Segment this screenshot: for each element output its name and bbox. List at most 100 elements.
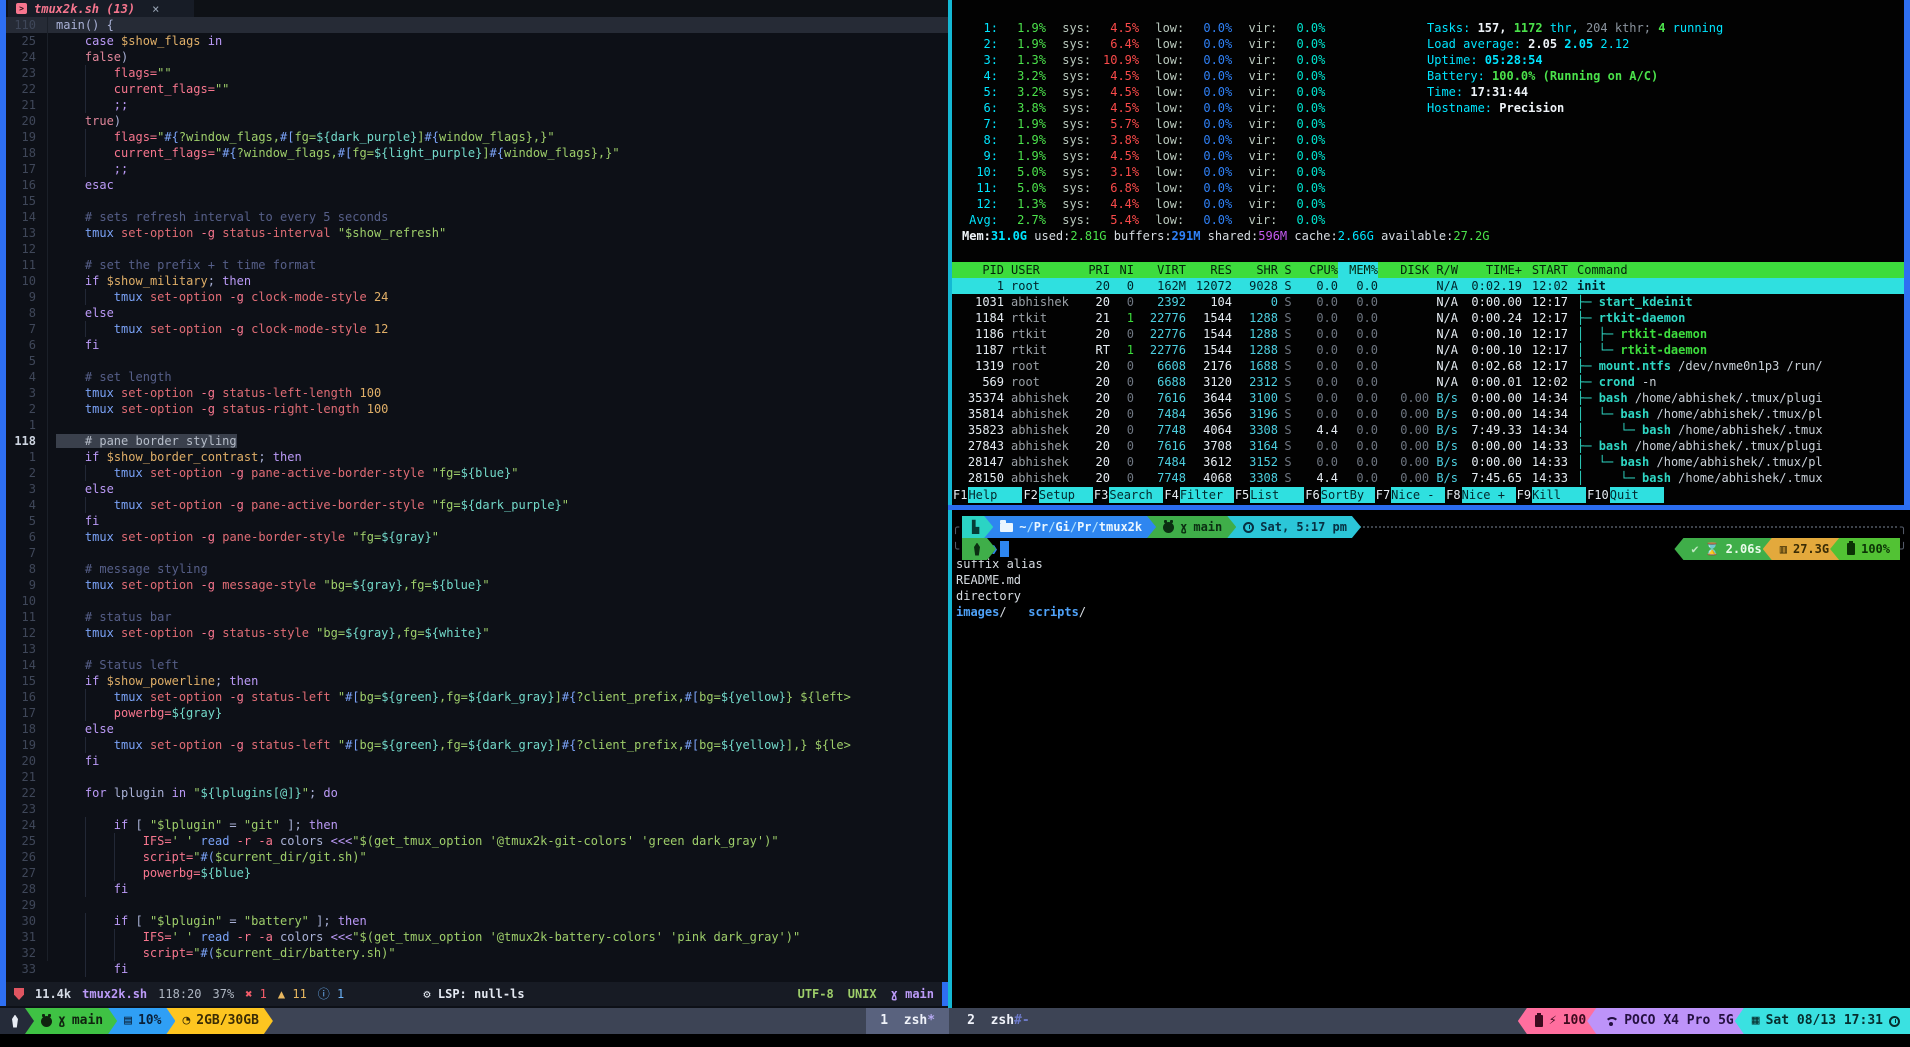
code-line[interactable]: 17 ;; xyxy=(0,161,948,177)
code-line[interactable]: 31 IFS=' ' read -r -a colors <<<"$(get_t… xyxy=(0,929,948,945)
code-line[interactable]: 4 # set length xyxy=(0,369,948,385)
code-line[interactable]: 2 tmux set-option -g status-right-length… xyxy=(0,401,948,417)
code-line[interactable]: 2 tmux set-option -g pane-active-border-… xyxy=(0,465,948,481)
code-line[interactable]: 15 xyxy=(0,193,948,209)
code-line[interactable]: 30 if [ "$lplugin" = "battery" ]; then xyxy=(0,913,948,929)
code-line[interactable]: 16 esac xyxy=(0,177,948,193)
code-line[interactable]: 6 fi xyxy=(0,337,948,353)
process-row[interactable]: 35814abhishek200748436563196S0.00.00.00 … xyxy=(952,406,1904,422)
code-line[interactable]: 25 IFS=' ' read -r -a colors <<<"$(get_t… xyxy=(0,833,948,849)
editor-pane[interactable]: > tmux2k.sh (13) × 110main() { 25 case $… xyxy=(0,0,948,1008)
fkey-f3[interactable]: F3Search xyxy=(1093,487,1163,503)
code-line[interactable]: 9 tmux set-option -g message-style "bg=$… xyxy=(0,577,948,593)
code-line[interactable]: 5 fi xyxy=(0,513,948,529)
code-line[interactable]: 9 tmux set-option -g clock-mode-style 24 xyxy=(0,289,948,305)
terminal-pane[interactable]: ╭▙~/Pr/Gi/Pr/tmux2kɣmainSat, 5:17 pm╮ ╰❯… xyxy=(952,510,1910,1008)
column-header-start[interactable]: START xyxy=(1522,262,1568,278)
code-line[interactable]: 22 current_flags="" xyxy=(0,81,948,97)
tmux-window-2[interactable]: 2 zsh#- xyxy=(953,1008,1044,1034)
process-row[interactable]: 35374abhishek200761636443100S0.00.00.00 … xyxy=(952,390,1904,406)
process-row[interactable]: 1031abhishek20023921040S0.00.0N/A0:00.00… xyxy=(952,294,1904,310)
process-row[interactable]: 27843abhishek200761637083164S0.00.00.00 … xyxy=(952,438,1904,454)
code-line[interactable]: 27 powerbg=${blue} xyxy=(0,865,948,881)
code-line[interactable]: 3 tmux set-option -g status-left-length … xyxy=(0,385,948,401)
code-line[interactable]: 1 xyxy=(0,417,948,433)
code-line[interactable]: 118 # pane border styling xyxy=(0,433,948,449)
process-row[interactable]: 1184rtkit2112277615441288S0.00.0N/A0:00.… xyxy=(952,310,1904,326)
code-line[interactable]: 13 tmux set-option -g status-interval "$… xyxy=(0,225,948,241)
code-line[interactable]: 4 tmux set-option -g pane-active-border-… xyxy=(0,497,948,513)
column-header-ni[interactable]: NI xyxy=(1110,262,1134,278)
process-row[interactable]: 1186rtkit2002277615441288S0.00.0N/A0:00.… xyxy=(952,326,1904,342)
tmux-window-1[interactable]: 1 zsh* xyxy=(866,1008,949,1034)
fkey-f8[interactable]: F8Nice + xyxy=(1445,487,1515,503)
directory-item[interactable]: scripts/ xyxy=(1028,605,1086,619)
column-header-shr[interactable]: SHR xyxy=(1232,262,1278,278)
code-line[interactable]: 1 if $show_border_contrast; then xyxy=(0,449,948,465)
fkey-f9[interactable]: F9Kill xyxy=(1516,487,1586,503)
column-header-virt[interactable]: VIRT xyxy=(1134,262,1186,278)
column-header-res[interactable]: RES xyxy=(1186,262,1232,278)
process-row[interactable]: 1319root200660821761688S0.00.0N/A0:02.68… xyxy=(952,358,1904,374)
process-row[interactable]: 28150abhishek200774840683308S4.40.00.00 … xyxy=(952,470,1904,486)
code-line[interactable]: 29 xyxy=(0,897,948,913)
code-line[interactable]: 24 if [ "$lplugin" = "git" ]; then xyxy=(0,817,948,833)
code-line[interactable]: 24 false) xyxy=(0,49,948,65)
process-row[interactable]: 28147abhishek200748436123152S0.00.00.00 … xyxy=(952,454,1904,470)
code-line[interactable]: 12 xyxy=(0,241,948,257)
code-area[interactable]: 25 case $show_flags in24 false)23 flags=… xyxy=(0,33,948,977)
code-line[interactable]: 10 xyxy=(0,593,948,609)
editor-tab[interactable]: > tmux2k.sh (13) × xyxy=(8,0,194,17)
code-line[interactable]: 8 else xyxy=(0,305,948,321)
code-line[interactable]: 33 fi xyxy=(0,961,948,977)
scrollbar-stripe[interactable] xyxy=(0,0,6,982)
code-line[interactable]: 17 powerbg=${gray} xyxy=(0,705,948,721)
column-header-mem-[interactable]: MEM% xyxy=(1338,262,1378,278)
fkey-f5[interactable]: F5List xyxy=(1234,487,1304,503)
fkey-f2[interactable]: F2Setup xyxy=(1022,487,1092,503)
code-line[interactable]: 32 script="#($current_dir/battery.sh)" xyxy=(0,945,948,961)
column-header-s[interactable]: S xyxy=(1278,262,1298,278)
code-line[interactable]: 22 for lplugin in "${lplugins[@]}"; do xyxy=(0,785,948,801)
process-row[interactable]: 569root200668831202312S0.00.0N/A0:00.011… xyxy=(952,374,1904,390)
column-header-pri[interactable]: PRI xyxy=(1080,262,1110,278)
process-row[interactable]: 1root200162M120729028S0.00.0N/A0:02.1912… xyxy=(952,278,1904,294)
code-line[interactable]: 21 ;; xyxy=(0,97,948,113)
code-line[interactable]: 11 # set the prefix + t time format xyxy=(0,257,948,273)
code-line[interactable]: 21 xyxy=(0,769,948,785)
code-line[interactable]: 3 else xyxy=(0,481,948,497)
fkey-f1[interactable]: F1Help xyxy=(952,487,1022,503)
process-table-header[interactable]: PIDUSERPRINIVIRTRESSHRSCPU%MEM%DISK R/WT… xyxy=(952,262,1904,278)
code-line[interactable]: 23 flags="" xyxy=(0,65,948,81)
code-line[interactable]: 18 else xyxy=(0,721,948,737)
code-line[interactable]: 11 # status bar xyxy=(0,609,948,625)
code-line[interactable]: 20 fi xyxy=(0,753,948,769)
column-header-time-[interactable]: TIME+ xyxy=(1458,262,1522,278)
column-header-command[interactable]: Command xyxy=(1568,262,1904,278)
code-line[interactable]: 6 tmux set-option -g pane-border-style "… xyxy=(0,529,948,545)
directory-item[interactable]: images/ xyxy=(956,605,1007,619)
column-header-pid[interactable]: PID xyxy=(952,262,1004,278)
code-line[interactable]: 14 # sets refresh interval to every 5 se… xyxy=(0,209,948,225)
fkey-f6[interactable]: F6SortBy xyxy=(1304,487,1374,503)
code-line[interactable]: 28 fi xyxy=(0,881,948,897)
code-line[interactable]: 13 xyxy=(0,641,948,657)
code-line[interactable]: 15 if $show_powerline; then xyxy=(0,673,948,689)
column-header-cpu-[interactable]: CPU% xyxy=(1298,262,1338,278)
code-line[interactable]: 20 true) xyxy=(0,113,948,129)
code-line[interactable]: 12 tmux set-option -g status-style "bg=$… xyxy=(0,625,948,641)
code-line[interactable]: 8 # message styling xyxy=(0,561,948,577)
code-line[interactable]: 25 case $show_flags in xyxy=(0,33,948,49)
code-line[interactable]: 10 if $show_military; then xyxy=(0,273,948,289)
code-line[interactable]: 5 xyxy=(0,353,948,369)
process-row[interactable]: 1187rtkitRT12277615441288S0.00.0N/A0:00.… xyxy=(952,342,1904,358)
code-line[interactable]: 16 tmux set-option -g status-left "#[bg=… xyxy=(0,689,948,705)
code-line[interactable]: 18 current_flags="#{?window_flags,#[fg=$… xyxy=(0,145,948,161)
tab-close-icon[interactable]: × xyxy=(152,1,159,17)
code-line[interactable]: 26 script="#($current_dir/git.sh)" xyxy=(0,849,948,865)
code-line[interactable]: 19 tmux set-option -g status-left "#[bg=… xyxy=(0,737,948,753)
code-line[interactable]: 19 flags="#{?window_flags,#[fg=${dark_pu… xyxy=(0,129,948,145)
code-line[interactable]: 14 # Status left xyxy=(0,657,948,673)
fkey-f10[interactable]: F10Quit xyxy=(1586,487,1664,503)
code-line[interactable]: 23 xyxy=(0,801,948,817)
